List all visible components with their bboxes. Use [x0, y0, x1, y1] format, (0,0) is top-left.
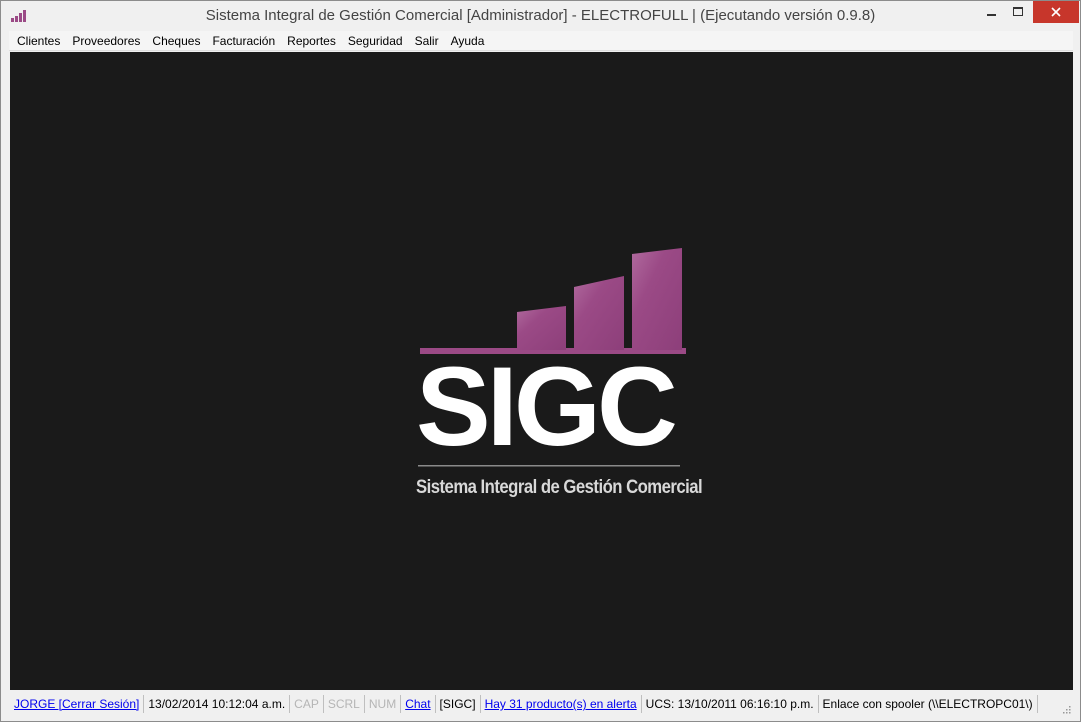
status-sigc: [SIGC]: [436, 695, 481, 713]
user-logout-link[interactable]: JORGE [Cerrar Sesión]: [10, 695, 145, 713]
status-scrl: SCRL: [324, 695, 365, 713]
chat-link[interactable]: Chat: [401, 695, 436, 713]
menu-facturacion[interactable]: Facturación: [206, 31, 281, 51]
resize-grip-icon[interactable]: [1061, 704, 1071, 714]
logo-wordmark: SIGC: [416, 344, 675, 469]
logo-tagline: Sistema Integral de Gestión Comercial: [416, 477, 703, 498]
maximize-icon: [1012, 7, 1023, 16]
menu-cheques[interactable]: Cheques: [146, 31, 206, 51]
window-title: Sistema Integral de Gestión Comercial [A…: [205, 7, 876, 24]
title-bar[interactable]: Sistema Integral de Gestión Comercial [A…: [1, 1, 1080, 31]
main-workspace: SIGC Sistema Integral de Gestión Comerci…: [10, 52, 1073, 690]
maximize-button[interactable]: [1005, 1, 1031, 23]
menu-salir[interactable]: Salir: [409, 31, 445, 51]
menu-ayuda[interactable]: Ayuda: [445, 31, 491, 51]
product-alert-link[interactable]: Hay 31 producto(s) en alerta: [481, 695, 642, 713]
menu-clientes[interactable]: Clientes: [11, 31, 66, 51]
status-cap: CAP: [290, 695, 324, 713]
status-num: NUM: [365, 695, 402, 713]
status-datetime: 13/02/2014 10:12:04 a.m.: [144, 695, 291, 713]
status-spooler: Enlace con spooler (\\ELECTROPC01\): [819, 695, 1038, 713]
close-icon: [1051, 7, 1061, 17]
minimize-icon: [987, 14, 996, 16]
menu-seguridad[interactable]: Seguridad: [342, 31, 409, 51]
close-button[interactable]: [1033, 1, 1079, 23]
menu-proveedores[interactable]: Proveedores: [66, 31, 146, 51]
minimize-button[interactable]: [979, 1, 1005, 23]
sigc-logo: SIGC: [416, 248, 686, 469]
menu-bar: Clientes Proveedores Cheques Facturación…: [9, 31, 1073, 51]
status-bar: JORGE [Cerrar Sesión] 13/02/2014 10:12:0…: [10, 692, 1073, 716]
app-window: Sistema Integral de Gestión Comercial [A…: [0, 0, 1081, 722]
menu-reportes[interactable]: Reportes: [281, 31, 342, 51]
status-ucs: UCS: 13/10/2011 06:16:10 p.m.: [642, 695, 819, 713]
